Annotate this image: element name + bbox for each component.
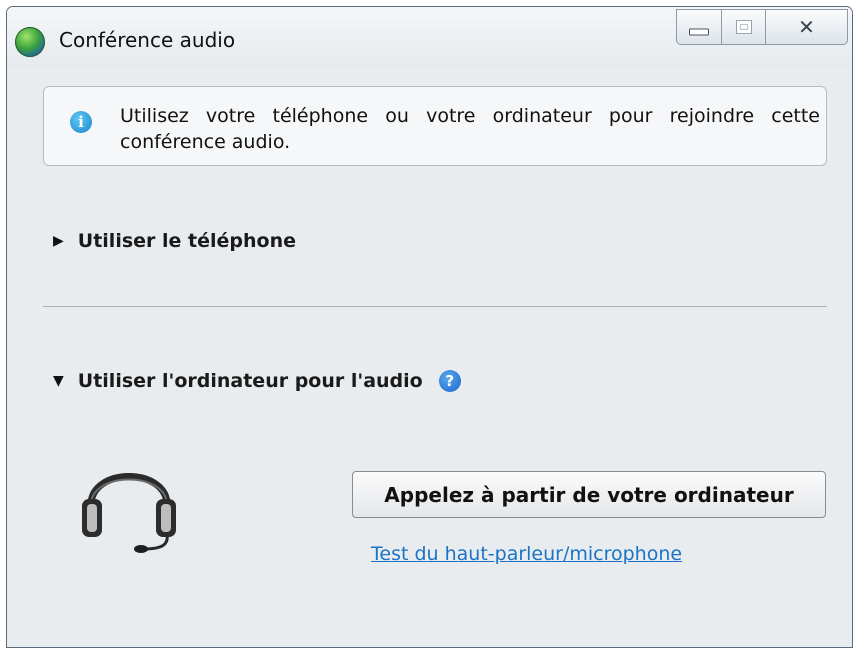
section-phone-toggle[interactable]: ▶ Utiliser le téléphone [53,230,296,252]
minimize-icon [689,28,709,36]
help-icon[interactable]: ? [438,370,461,392]
maximize-button[interactable] [722,9,766,45]
expanded-arrow-icon: ▼ [53,373,64,389]
section-divider [43,306,827,307]
close-icon: ✕ [798,15,815,39]
headset-icon [82,473,176,553]
globe-icon [15,27,45,57]
window-controls: ✕ [676,9,848,45]
section-computer-toggle[interactable]: ▼ Utiliser l'ordinateur pour l'audio ? [53,370,461,392]
maximize-icon [735,20,752,34]
speaker-microphone-test-link[interactable]: Test du haut-parleur/microphone [371,543,682,565]
info-message: Utilisez votre téléphone ou votre ordina… [120,105,820,153]
window-title: Conférence audio [59,28,236,52]
minimize-button[interactable] [676,9,722,45]
close-button[interactable]: ✕ [766,9,848,45]
title-bar[interactable]: Conférence audio ✕ [7,7,852,67]
info-message-box: i Utilisez votre téléphone ou votre ordi… [43,86,827,166]
info-icon: i [70,111,92,133]
audio-conference-window: Conférence audio ✕ i Utilisez votre télé… [6,6,853,648]
section-computer-label: Utiliser l'ordinateur pour l'audio [77,370,423,392]
section-phone-label: Utiliser le téléphone [77,230,296,252]
collapsed-arrow-icon: ▶ [53,233,64,249]
call-from-computer-button[interactable]: Appelez à partir de votre ordinateur [352,471,826,518]
